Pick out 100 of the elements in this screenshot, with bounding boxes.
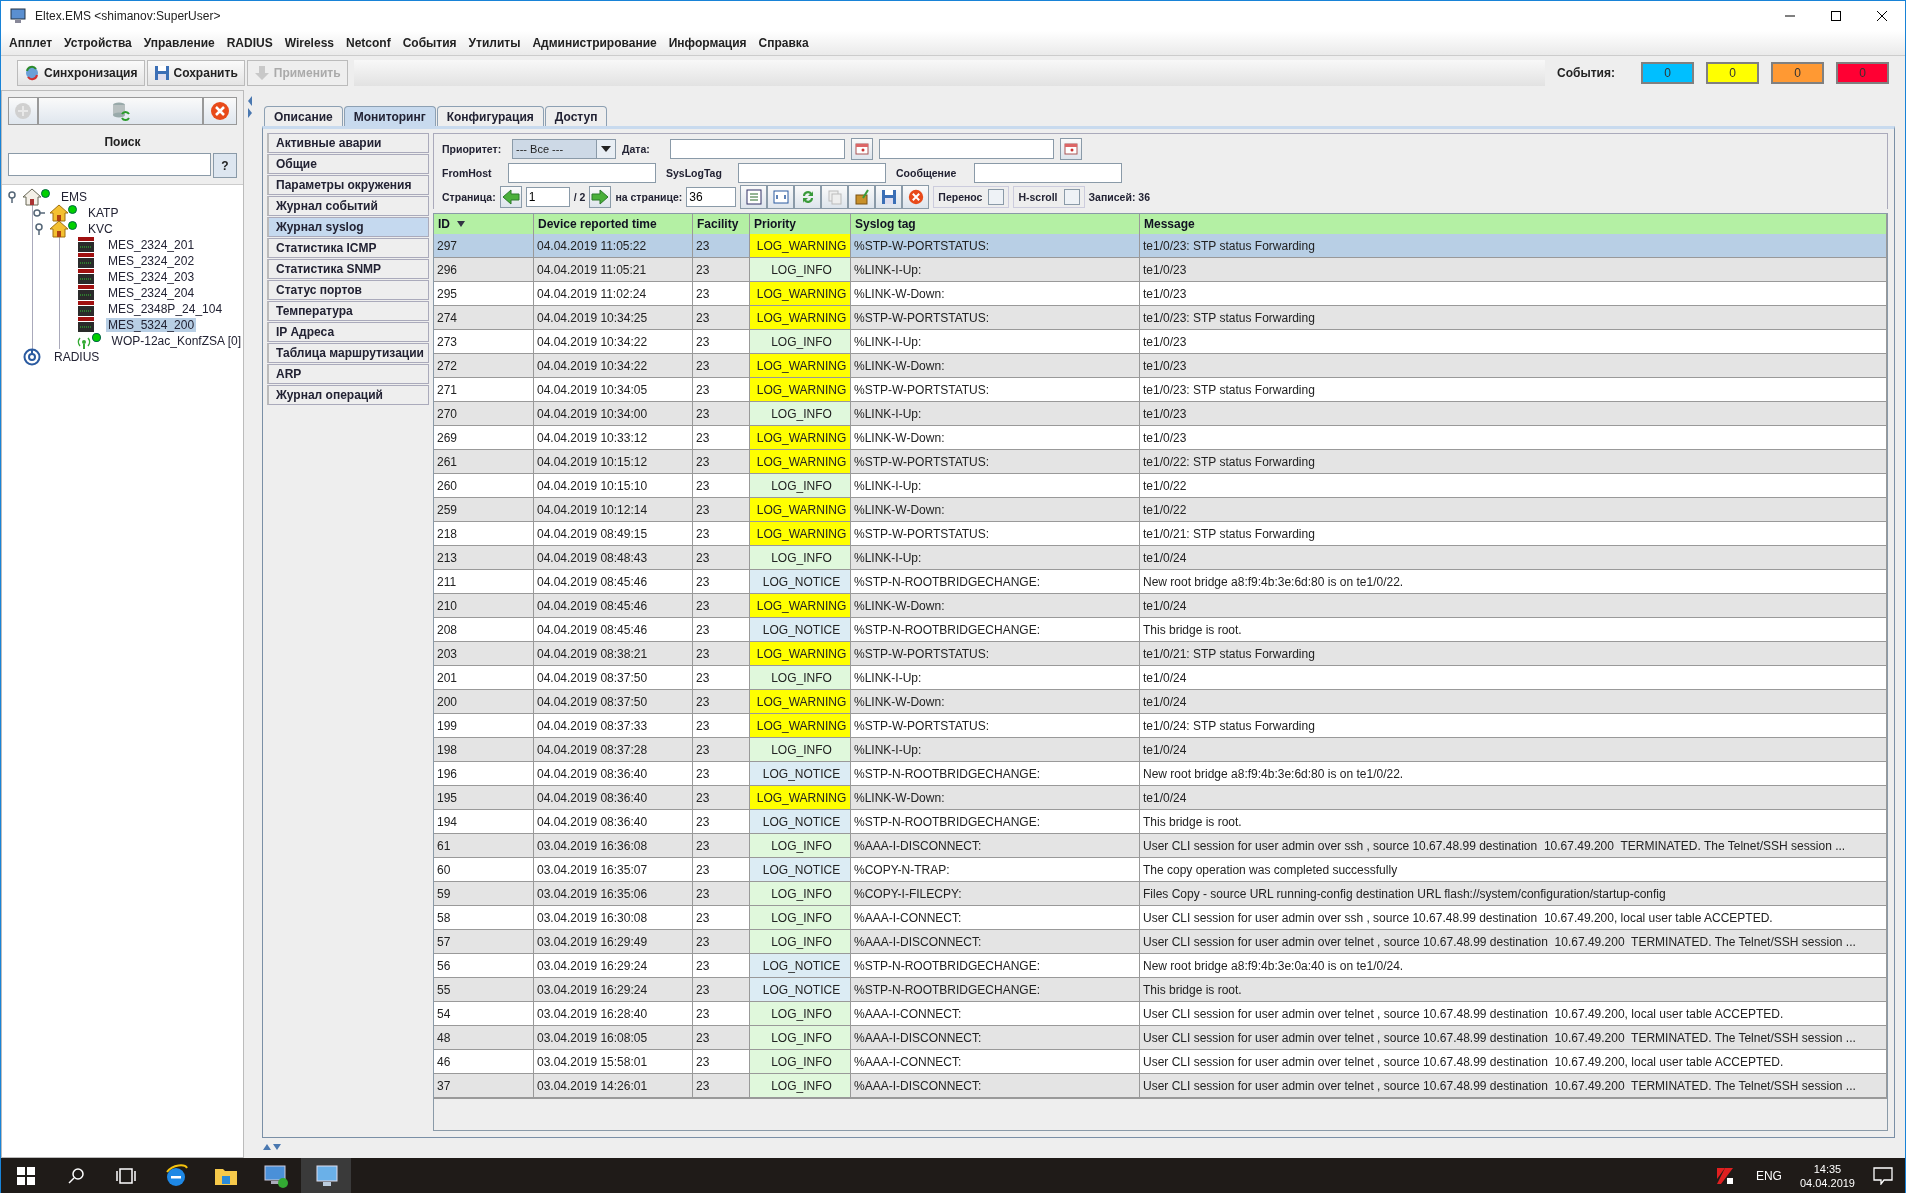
table-row[interactable]: 297 04.04.2019 11:05:22 23 LOG_WARNING %STP-W-PORTSTATUS: te1/0/23: STP status Forwarding: [434, 234, 1887, 258]
toolbar-button[interactable]: [740, 185, 768, 209]
table-row[interactable]: 261 04.04.2019 10:15:12 23 LOG_WARNING %STP-W-PORTSTATUS: te1/0/22: STP status Forwarding: [434, 450, 1887, 474]
add-button[interactable]: [8, 97, 38, 125]
event-counter[interactable]: 0: [1771, 61, 1824, 84]
tag-field[interactable]: [738, 163, 886, 183]
table-row[interactable]: 55 03.04.2019 16:29:24 23 LOG_NOTICE %STP-N-ROOTBRIDGECHANGE: This bridge is root.: [434, 978, 1887, 1002]
table-row[interactable]: 272 04.04.2019 10:34:22 23 LOG_WARNING %LINK-W-Down: te1/0/23: [434, 354, 1887, 378]
menu-item[interactable]: RADIUS: [220, 36, 279, 50]
tree-item[interactable]: KATP: [86, 206, 121, 220]
nav-item[interactable]: Общие: [267, 154, 429, 174]
checkbox[interactable]: [988, 189, 1005, 205]
toolbar-button[interactable]: [848, 185, 876, 209]
menu-item[interactable]: Информация: [662, 36, 753, 50]
nav-item[interactable]: Таблица маршрутизации: [267, 343, 429, 363]
expand-handle[interactable]: [6, 191, 18, 203]
menu-item[interactable]: События: [396, 36, 463, 50]
menu-item[interactable]: Wireless: [278, 36, 340, 50]
tree-item[interactable]: MES_2324_202: [106, 254, 197, 268]
nav-item[interactable]: Статистика ICMP: [267, 238, 429, 258]
nav-item[interactable]: Параметры окружения: [267, 175, 429, 195]
tree-item[interactable]: MES_2324_204: [106, 286, 197, 300]
menu-item[interactable]: Утилиты: [462, 36, 527, 50]
expand-handle[interactable]: [33, 223, 45, 235]
previous-page-button[interactable]: [499, 186, 522, 208]
expand-handle[interactable]: [33, 207, 45, 219]
collapse-arrows-icon[interactable]: [247, 94, 253, 120]
calendar-button[interactable]: [850, 138, 873, 160]
table-row[interactable]: 198 04.04.2019 08:37:28 23 LOG_INFO %LINK-I-Up: te1/0/24: [434, 738, 1887, 762]
table-row[interactable]: 210 04.04.2019 08:45:46 23 LOG_WARNING %LINK-W-Down: te1/0/24: [434, 594, 1887, 618]
nav-item[interactable]: Температура: [267, 301, 429, 321]
nav-item[interactable]: ARP: [267, 364, 429, 384]
table-row[interactable]: 37 03.04.2019 14:26:01 23 LOG_INFO %AAA-I-DISCONNECT: User CLI session for user admin over telnet , source 10.67.48.99 destination 10.67.49.200 TERMINATED. The Telnet/SSH session ...: [434, 1074, 1887, 1098]
table-row[interactable]: 259 04.04.2019 10:12:14 23 LOG_WARNING %LINK-W-Down: te1/0/22: [434, 498, 1887, 522]
next-page-button[interactable]: [589, 186, 612, 208]
checkbox[interactable]: [1063, 189, 1080, 205]
table-row[interactable]: 274 04.04.2019 10:34:25 23 LOG_WARNING %STP-W-PORTSTATUS: te1/0/23: STP status Forwarding: [434, 306, 1887, 330]
table-row[interactable]: 48 03.04.2019 16:08:05 23 LOG_INFO %AAA-I-DISCONNECT: User CLI session for user admin over telnet , source 10.67.48.99 destination 10.67.49.200 TERMINATED. The Telnet/SSH session ...: [434, 1026, 1887, 1050]
priority-dropdown[interactable]: --- Все ---: [512, 139, 616, 159]
notification-icon[interactable]: [1873, 1166, 1893, 1185]
toolbar-button[interactable]: [794, 185, 822, 209]
clock-time[interactable]: 14:35: [1813, 1161, 1842, 1176]
tab[interactable]: Доступ: [544, 106, 608, 126]
remove-button[interactable]: [203, 97, 237, 125]
event-counter[interactable]: 0: [1641, 61, 1694, 84]
table-row[interactable]: 203 04.04.2019 08:38:21 23 LOG_WARNING %STP-W-PORTSTATUS: te1/0/21: STP status Forwarding: [434, 642, 1887, 666]
menu-item[interactable]: Справка: [752, 36, 815, 50]
menu-item[interactable]: Управление: [137, 36, 221, 50]
date-field[interactable]: [878, 139, 1054, 159]
table-row[interactable]: 270 04.04.2019 10:34:00 23 LOG_INFO %LINK-I-Up: te1/0/23: [434, 402, 1887, 426]
table-row[interactable]: 195 04.04.2019 08:36:40 23 LOG_WARNING %LINK-W-Down: te1/0/24: [434, 786, 1887, 810]
toolbar-button[interactable]: Сохранить: [146, 59, 245, 86]
split-arrows-icon[interactable]: [262, 1143, 282, 1151]
tree-item[interactable]: WOP-12ac_KonfZSA [0]: [109, 334, 243, 348]
event-counter[interactable]: 0: [1706, 61, 1759, 84]
tree-item[interactable]: MES_2348P_24_104: [106, 302, 225, 316]
taskbar-button[interactable]: [301, 1158, 351, 1193]
table-row[interactable]: 59 03.04.2019 16:35:06 23 LOG_INFO %COPY-I-FILECPY: Files Copy - source URL running-config destination URL flash://system/configuration/startup-config: [434, 882, 1887, 906]
nav-item[interactable]: Активные аварии: [267, 133, 429, 153]
tree-item[interactable]: MES_2324_203: [106, 270, 197, 284]
table-row[interactable]: 296 04.04.2019 11:05:21 23 LOG_INFO %LINK-I-Up: te1/0/23: [434, 258, 1887, 282]
date-field[interactable]: [669, 139, 845, 159]
language-indicator[interactable]: ENG: [1755, 1168, 1782, 1183]
menu-item[interactable]: Netconf: [340, 36, 397, 50]
tree-item[interactable]: RADIUS: [52, 350, 102, 364]
tree-item[interactable]: EMS: [59, 190, 89, 204]
toolbar-button[interactable]: [821, 185, 849, 209]
toolbar-button[interactable]: [767, 185, 795, 209]
tab[interactable]: Конфигурация: [436, 106, 544, 126]
toolbar-button[interactable]: Синхронизация: [17, 59, 145, 86]
shield-icon[interactable]: [1715, 1166, 1734, 1185]
tab[interactable]: Описание: [264, 106, 343, 126]
nav-item[interactable]: Статус портов: [267, 280, 429, 300]
tree-item[interactable]: KVC: [86, 222, 115, 236]
nav-item[interactable]: Журнал событий: [267, 196, 429, 216]
table-row[interactable]: 57 03.04.2019 16:29:49 23 LOG_INFO %AAA-I-DISCONNECT: User CLI session for user admin over telnet , source 10.67.48.99 destination 10.67.49.200 TERMINATED. The Telnet/SSH session ...: [434, 930, 1887, 954]
menu-item[interactable]: Администрирование: [526, 36, 663, 50]
menu-item[interactable]: Апплет: [3, 36, 59, 50]
menu-item[interactable]: Устройства: [58, 36, 138, 50]
tree-item[interactable]: MES_5324_200: [106, 318, 197, 332]
page-field[interactable]: 1: [525, 187, 570, 207]
table-row[interactable]: 61 03.04.2019 16:36:08 23 LOG_INFO %AAA-I-DISCONNECT: User CLI session for user admin over ssh , source 10.67.48.99 destination 10.67.49.200 TERMINATED. The Telnet/SSH session ...: [434, 834, 1887, 858]
table-row[interactable]: 200 04.04.2019 08:37:50 23 LOG_WARNING %LINK-W-Down: te1/0/24: [434, 690, 1887, 714]
nav-item[interactable]: Статистика SNMP: [267, 259, 429, 279]
nav-item[interactable]: Журнал операций: [267, 385, 429, 405]
table-row[interactable]: 213 04.04.2019 08:48:43 23 LOG_INFO %LINK-I-Up: te1/0/24: [434, 546, 1887, 570]
host-field[interactable]: [508, 163, 656, 183]
toolbar-button[interactable]: [875, 185, 903, 209]
sync-button[interactable]: [38, 97, 203, 125]
clock-date[interactable]: 04.04.2019: [1799, 1175, 1855, 1190]
nav-item[interactable]: Журнал syslog: [267, 217, 429, 237]
tab[interactable]: Мониторинг: [343, 106, 436, 126]
help-button[interactable]: ?: [213, 153, 237, 178]
toolbar-button[interactable]: [902, 185, 930, 209]
message-field[interactable]: [974, 163, 1122, 183]
nav-item[interactable]: IP Адреса: [267, 322, 429, 342]
search-field[interactable]: [8, 153, 211, 176]
page-size-field[interactable]: 36: [686, 187, 737, 207]
tree-item[interactable]: MES_2324_201: [106, 238, 197, 252]
calendar-button[interactable]: [1059, 138, 1082, 160]
